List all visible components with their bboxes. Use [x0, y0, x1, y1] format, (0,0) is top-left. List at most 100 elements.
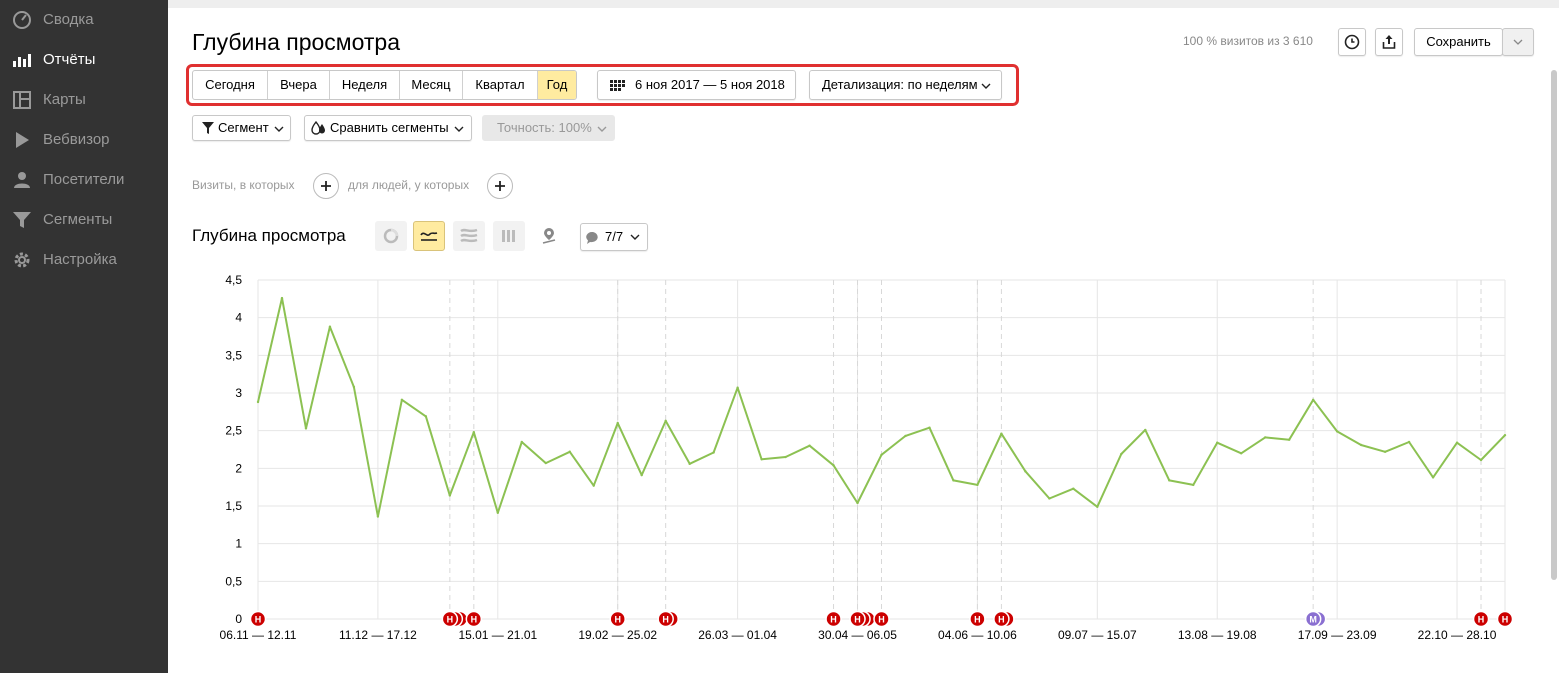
- compare-segments-button[interactable]: Сравнить сегменты: [304, 115, 472, 141]
- map-view-button[interactable]: [533, 221, 565, 251]
- add-people-condition-button[interactable]: [487, 173, 513, 199]
- x-tick-label: 30.04 — 06.05: [818, 628, 897, 642]
- line-chart-button[interactable]: [413, 221, 445, 251]
- data-point: [1455, 441, 1459, 444]
- segment-label: Сегмент: [218, 120, 269, 135]
- vertical-scrollbar[interactable]: [1551, 70, 1557, 580]
- data-point: [448, 494, 452, 497]
- data-point: [640, 473, 643, 477]
- data-point: [1407, 440, 1411, 444]
- data-point: [832, 464, 835, 467]
- sidebar-item-2[interactable]: Карты: [0, 80, 168, 120]
- sidebar-item-label: Настройка: [43, 251, 117, 268]
- data-point: [544, 461, 547, 465]
- y-tick-label: 3,5: [225, 348, 242, 362]
- period-button-1[interactable]: Вчера: [268, 71, 330, 99]
- x-tick-label: 11.12 — 17.12: [339, 628, 417, 642]
- data-point: [1263, 436, 1267, 439]
- y-tick-label: 4: [235, 311, 242, 325]
- data-point: [568, 450, 571, 453]
- period-buttons: Сегодня Вчера Неделя Месяц Квартал Год: [192, 70, 577, 100]
- data-point: [808, 444, 811, 447]
- x-tick-label: 13.08 — 19.08: [1178, 628, 1257, 642]
- data-point: [1216, 441, 1219, 444]
- data-point: [880, 453, 883, 456]
- sidebar-item-0[interactable]: Сводка: [0, 0, 168, 40]
- x-tick-label: 26.03 — 01.04: [698, 628, 777, 642]
- data-point: [1479, 458, 1483, 462]
- period-button-3[interactable]: Месяц: [400, 71, 463, 99]
- data-point: [592, 484, 595, 487]
- chevron-down-icon: [630, 234, 640, 240]
- area-chart-button[interactable]: [453, 221, 485, 251]
- chevron-down-icon: [981, 83, 991, 89]
- y-tick-label: 4,5: [225, 273, 242, 287]
- sidebar-item-label: Сводка: [43, 11, 94, 28]
- period-button-5[interactable]: Год: [538, 71, 576, 99]
- history-button[interactable]: [1338, 28, 1366, 56]
- save-button[interactable]: Сохранить: [1414, 28, 1503, 56]
- accuracy-select[interactable]: Точность: 100%: [482, 115, 615, 141]
- segment-button[interactable]: Сегмент: [192, 115, 291, 141]
- play-icon: [16, 132, 29, 148]
- chevron-down-icon: [454, 126, 464, 132]
- period-button-4[interactable]: Квартал: [463, 71, 538, 99]
- date-range-button[interactable]: 6 ноя 2017 — 5 ноя 2018: [597, 70, 796, 100]
- pie-chart-button[interactable]: [375, 221, 407, 251]
- funnel-icon: [13, 212, 31, 228]
- sidebar-item-3[interactable]: Вебвизор: [0, 120, 168, 160]
- bar-chart-icon: [13, 54, 31, 67]
- data-point: [1335, 430, 1339, 433]
- data-point: [760, 458, 763, 461]
- period-button-0[interactable]: Сегодня: [193, 71, 268, 99]
- accuracy-label: Точность: 100%: [497, 120, 592, 135]
- sidebar-item-label: Отчёты: [43, 51, 96, 68]
- data-point: [1431, 476, 1435, 479]
- line-chart: 0 0,5 1 1,5 2 2,5 3 3,5 4 4,5 06.11 — 12.11 11.12 —…: [220, 273, 1514, 642]
- data-point: [424, 415, 428, 418]
- sidebar-item-4[interactable]: Посетители: [0, 160, 168, 200]
- save-options-button[interactable]: [1502, 28, 1534, 56]
- comments-select[interactable]: 7/7: [580, 223, 648, 251]
- data-point: [352, 385, 356, 389]
- plus-icon: [495, 181, 505, 191]
- data-point: [256, 400, 260, 404]
- sidebar-item-1[interactable]: Отчёты: [0, 40, 168, 80]
- y-tick-label: 3: [235, 386, 242, 400]
- y-tick-label: 0,5: [225, 574, 242, 588]
- detail-label: Детализация: по неделям: [822, 77, 978, 92]
- stacked-area-icon: [460, 228, 478, 243]
- person-icon: [14, 172, 30, 188]
- x-tick-label: 09.07 — 15.07: [1058, 628, 1137, 642]
- data-point: [616, 421, 619, 425]
- sidebar-item-5[interactable]: Сегменты: [0, 200, 168, 240]
- line-chart-icon: [420, 232, 438, 241]
- detail-select[interactable]: Детализация: по неделям: [809, 70, 1002, 100]
- annotation-label: Н: [1502, 615, 1509, 625]
- data-point: [1024, 470, 1027, 473]
- export-button[interactable]: [1375, 28, 1403, 56]
- chevron-down-icon: [274, 126, 284, 132]
- bar-chart-button[interactable]: [493, 221, 525, 251]
- data-point: [1120, 452, 1123, 456]
- data-point: [1311, 398, 1315, 401]
- annotation-label: Н: [447, 615, 454, 625]
- x-tick-label: 15.01 — 21.01: [458, 628, 537, 642]
- sidebar-item-label: Карты: [43, 91, 86, 108]
- annotation-label: Н: [662, 615, 669, 625]
- annotation-label: Н: [878, 615, 885, 625]
- add-visit-condition-button[interactable]: [313, 173, 339, 199]
- period-button-2[interactable]: Неделя: [330, 71, 400, 99]
- data-point: [664, 419, 667, 423]
- x-tick-label: 06.11 — 12.11: [220, 628, 297, 642]
- data-point: [1192, 483, 1195, 487]
- sidebar-item-6[interactable]: Настройка: [0, 240, 168, 280]
- pie-icon: [383, 228, 399, 244]
- map-pin-icon: [542, 228, 556, 244]
- data-point: [712, 451, 715, 454]
- visits-info: 100 % визитов из 3 610: [1183, 34, 1313, 48]
- data-point: [1072, 487, 1075, 490]
- data-point: [1503, 433, 1507, 437]
- share-icon: [1382, 35, 1396, 49]
- chart-title: Глубина просмотра: [192, 226, 346, 245]
